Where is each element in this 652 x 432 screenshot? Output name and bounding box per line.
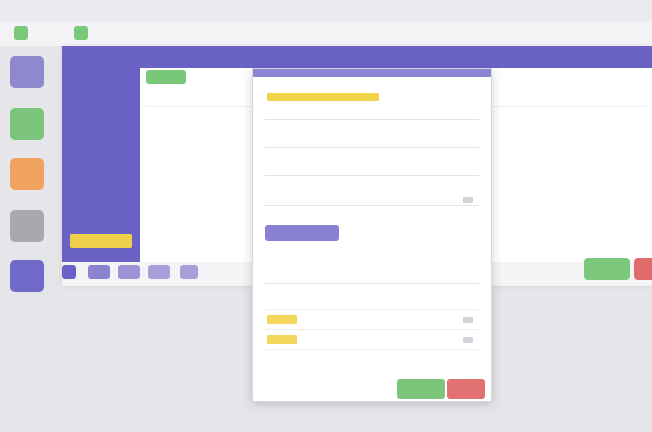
nav-item[interactable]	[70, 106, 132, 120]
divider	[265, 349, 479, 350]
app-delete-button[interactable]	[634, 258, 652, 280]
side-nav	[62, 68, 140, 262]
text-field[interactable]	[265, 105, 479, 120]
text-field[interactable]	[265, 161, 479, 176]
bottom-button[interactable]	[148, 265, 170, 279]
tag[interactable]	[267, 335, 297, 344]
dock-app-icon[interactable]	[10, 210, 44, 242]
dialog-topbar	[253, 69, 491, 77]
dropdown-indicator[interactable]	[463, 197, 473, 203]
dock-app-icon[interactable]	[10, 108, 44, 140]
dock-app-icon[interactable]	[10, 158, 44, 190]
toolbar-app-icon[interactable]	[14, 26, 28, 40]
toolbar-app-icon[interactable]	[74, 26, 88, 40]
row-action[interactable]	[463, 337, 473, 343]
app-header	[62, 46, 652, 68]
chip-button[interactable]	[265, 225, 339, 241]
text-field[interactable]	[265, 269, 479, 284]
window-titlebar	[0, 0, 652, 23]
nav-item[interactable]	[70, 186, 132, 200]
nav-item-active[interactable]	[70, 234, 132, 248]
bottom-button[interactable]	[62, 265, 76, 279]
nav-item[interactable]	[70, 170, 132, 184]
text-field[interactable]	[265, 133, 479, 148]
nav-item[interactable]	[70, 202, 132, 216]
text-field[interactable]	[265, 191, 479, 206]
bottom-button[interactable]	[180, 265, 198, 279]
toolbar	[0, 22, 652, 46]
nav-item[interactable]	[70, 218, 132, 232]
app-confirm-button[interactable]	[584, 258, 630, 280]
nav-item[interactable]	[70, 138, 132, 152]
bottom-button[interactable]	[118, 265, 140, 279]
nav-item[interactable]	[70, 154, 132, 168]
edit-dialog	[252, 68, 492, 402]
bottom-button[interactable]	[88, 265, 110, 279]
tab-active[interactable]	[146, 70, 186, 84]
tag[interactable]	[267, 315, 297, 324]
save-button[interactable]	[397, 379, 445, 399]
nav-item[interactable]	[70, 90, 132, 104]
dock	[6, 52, 48, 292]
dock-app-icon[interactable]	[10, 56, 44, 88]
divider	[265, 329, 479, 330]
highlighted-field	[267, 93, 379, 101]
cancel-button[interactable]	[447, 379, 485, 399]
row-action[interactable]	[463, 317, 473, 323]
dock-app-icon[interactable]	[10, 260, 44, 292]
nav-item[interactable]	[70, 122, 132, 136]
nav-item[interactable]	[70, 74, 132, 88]
divider	[265, 309, 479, 310]
